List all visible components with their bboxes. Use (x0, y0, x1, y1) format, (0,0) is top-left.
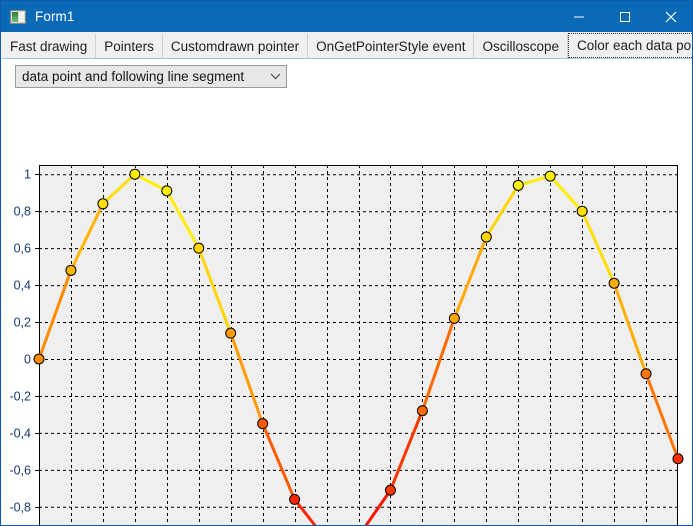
color-mode-combobox[interactable]: data point and following line segment (15, 65, 287, 88)
data-point[interactable] (384, 484, 396, 496)
data-point[interactable] (129, 168, 141, 180)
data-point[interactable] (65, 264, 77, 276)
chevron-down-icon[interactable] (264, 73, 286, 80)
minimize-button[interactable] (556, 1, 602, 32)
data-point[interactable] (576, 205, 588, 217)
icon-left-pane (12, 11, 18, 22)
data-point[interactable] (33, 353, 45, 365)
y-tick-label: -0,2 (9, 389, 31, 403)
data-point[interactable] (512, 179, 524, 191)
data-point[interactable] (193, 242, 205, 254)
window-controls (556, 1, 692, 32)
close-button[interactable] (648, 1, 692, 32)
chart-canvas[interactable]: 00,511,522,533,544,555,566,577,588,599,5… (2, 92, 693, 526)
tab-label: Oscilloscope (482, 38, 560, 54)
icon-right-pane (19, 11, 24, 22)
data-point[interactable] (640, 368, 652, 380)
tab-page-content: data point and following line segment 00… (2, 58, 693, 526)
y-tick-label: -0,8 (9, 500, 31, 514)
y-tick-label: 1 (24, 168, 31, 182)
data-point[interactable] (257, 418, 269, 430)
close-icon (665, 11, 677, 22)
data-point[interactable] (416, 405, 428, 417)
data-point[interactable] (480, 231, 492, 243)
data-point[interactable] (289, 493, 301, 505)
y-tick-label: 0,8 (14, 205, 31, 219)
tab-strip: Fast drawing Pointers Customdrawn pointe… (2, 32, 693, 58)
maximize-button[interactable] (602, 1, 648, 32)
tab-label: Fast drawing (10, 38, 88, 54)
chart: 00,511,522,533,544,555,566,577,588,599,5… (2, 92, 693, 526)
tab-label: Pointers (104, 38, 154, 54)
data-point[interactable] (672, 453, 684, 465)
application-icon (10, 9, 26, 24)
data-point[interactable] (225, 327, 237, 339)
tab-label: OnGetPointerStyle event (316, 38, 466, 54)
tab-ongetpointerstyle-event[interactable]: OnGetPointerStyle event (308, 34, 475, 58)
tab-oscilloscope[interactable]: Oscilloscope (474, 34, 569, 58)
data-point[interactable] (608, 277, 620, 289)
maximize-icon (620, 11, 630, 22)
tab-label: Customdrawn pointer (170, 38, 300, 54)
tab-color-each-data-point[interactable]: Color each data point (568, 33, 693, 58)
window-title: Form1 (35, 9, 75, 24)
application-window: Form1 Fast drawing Pointers Customdrawn … (0, 0, 693, 526)
data-point[interactable] (97, 198, 109, 210)
y-tick-label: -0,6 (9, 463, 31, 477)
y-tick-label: 0,6 (14, 242, 31, 256)
tab-label: Color each data point (577, 38, 693, 53)
data-point[interactable] (544, 170, 556, 182)
y-axis-tick-labels: 1 0,8 0,6 0,4 0,2 0 -0,2 -0,4 -0,6 -0,8 (9, 168, 31, 515)
combobox-value: data point and following line segment (22, 69, 245, 84)
y-tick-label: 0,2 (14, 316, 31, 330)
y-tick-label: 0,4 (14, 279, 31, 293)
tab-customdrawn-pointer[interactable]: Customdrawn pointer (162, 34, 309, 58)
tab-fast-drawing[interactable]: Fast drawing (2, 34, 97, 58)
tab-pointers[interactable]: Pointers (96, 34, 163, 58)
data-point[interactable] (161, 185, 173, 197)
y-tick-label: 0 (24, 353, 31, 367)
minimize-icon (574, 16, 584, 17)
data-point[interactable] (448, 312, 460, 324)
title-bar: Form1 (1, 1, 692, 32)
y-tick-label: -0,4 (9, 426, 31, 440)
